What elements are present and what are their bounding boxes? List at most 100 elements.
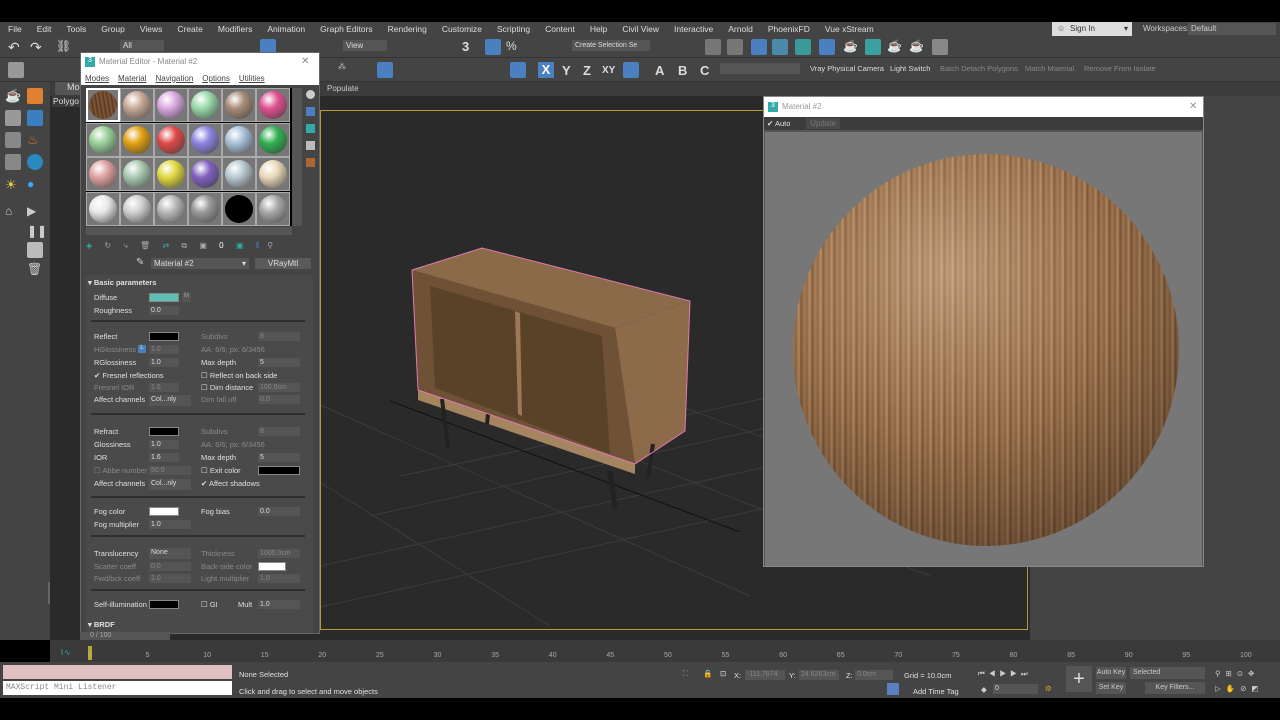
viewport-nav-controls[interactable]: ⚲⊞⊙✥ bbox=[1215, 669, 1259, 678]
material-slot[interactable] bbox=[222, 88, 256, 122]
material-slot[interactable] bbox=[188, 122, 222, 157]
auto-key-button[interactable]: Auto Key bbox=[1096, 667, 1126, 679]
dots-icon[interactable]: ● bbox=[27, 177, 43, 193]
background-icon[interactable] bbox=[306, 124, 315, 133]
get-material-icon[interactable]: ◈ bbox=[86, 241, 92, 250]
menu-interactive[interactable]: Interactive bbox=[674, 24, 713, 34]
glossiness-spinner[interactable]: 1.0 bbox=[149, 440, 179, 449]
menu-modifiers[interactable]: Modifiers bbox=[218, 24, 252, 34]
show-map-icon[interactable]: ▣ bbox=[236, 241, 244, 250]
unique-icon[interactable]: ⧉ bbox=[181, 241, 187, 250]
menu-options[interactable]: Options bbox=[202, 74, 230, 83]
scene-explorer-icon[interactable] bbox=[705, 39, 721, 55]
ocean-icon[interactable] bbox=[27, 154, 43, 170]
reflect-backside-checkbox[interactable]: ☐ Reflect on back side bbox=[201, 371, 277, 380]
menu-phoenixfd[interactable]: PhoenixFD bbox=[768, 24, 810, 34]
selection-filter[interactable]: All bbox=[120, 40, 164, 51]
update-button[interactable]: Update bbox=[806, 118, 840, 129]
translucency-select[interactable]: None bbox=[149, 548, 191, 559]
reset-icon[interactable]: 🗑 bbox=[140, 241, 150, 250]
material-slot[interactable] bbox=[188, 88, 222, 122]
fog-mult-spinner[interactable]: 1.0 bbox=[149, 520, 191, 529]
snap-grid-icon[interactable]: ⁂ bbox=[338, 62, 354, 78]
menu-graph-editors[interactable]: Graph Editors bbox=[320, 24, 372, 34]
teapot-icon[interactable]: ☕ bbox=[5, 88, 21, 104]
ribbon-toggle-icon[interactable] bbox=[751, 39, 767, 55]
material-slot[interactable] bbox=[222, 122, 256, 157]
ior-spinner[interactable]: 1.6 bbox=[149, 453, 179, 462]
named-selection-select[interactable]: Create Selection Se bbox=[572, 40, 650, 51]
backlight-icon[interactable] bbox=[306, 107, 315, 116]
axis-x-button[interactable]: X bbox=[538, 62, 554, 78]
menu-create[interactable]: Create bbox=[177, 24, 203, 34]
snap-3d-icon[interactable]: 3 bbox=[462, 39, 478, 55]
script-dropdown[interactable] bbox=[720, 63, 800, 74]
z-coord-field[interactable]: 0.0cm bbox=[855, 670, 893, 680]
material-slot[interactable] bbox=[154, 88, 188, 122]
ribbon-tab-populate[interactable]: Populate bbox=[327, 84, 359, 93]
undo-icon[interactable]: ↶ bbox=[8, 39, 24, 55]
scatter-spinner[interactable]: 0.0 bbox=[149, 562, 191, 571]
affect-shadows-checkbox[interactable]: ✔ Affect shadows bbox=[201, 479, 260, 488]
y-coord-field[interactable]: 24.6263cm bbox=[799, 670, 839, 680]
fresnel-checkbox[interactable]: ✔ Fresnel reflections bbox=[94, 371, 164, 380]
reflect-maxdepth-spinner[interactable]: 5 bbox=[258, 358, 300, 367]
menu-scripting[interactable]: Scripting bbox=[497, 24, 530, 34]
adaptive-degradation-icon[interactable] bbox=[887, 683, 899, 695]
material-slot[interactable] bbox=[256, 122, 290, 157]
match-material-button[interactable]: Match Material bbox=[1025, 64, 1074, 73]
time-slider[interactable]: 0 / 100 ⌇∿ 0 5 10 15 20 25 30 35 40 45 50 55 60 65 70 7… bbox=[50, 632, 1280, 662]
light-mult-spinner[interactable]: 1.0 bbox=[258, 574, 300, 583]
gi-checkbox[interactable]: ☐ GI bbox=[201, 600, 218, 609]
b-button[interactable]: B bbox=[678, 63, 687, 78]
maxscript-output[interactable] bbox=[3, 665, 232, 679]
remove-isolate-button[interactable]: Remove From Isolate bbox=[1084, 64, 1156, 73]
slots-scrollbar[interactable] bbox=[292, 88, 302, 226]
fwd-bck-spinner[interactable]: 1.0 bbox=[149, 574, 191, 583]
material-slot[interactable] bbox=[256, 88, 290, 122]
sample-type-icon[interactable] bbox=[306, 90, 315, 99]
panel-icon[interactable] bbox=[5, 132, 21, 148]
material-slot[interactable] bbox=[222, 157, 256, 191]
render-icon[interactable] bbox=[5, 110, 21, 126]
ribbon-polygon-tab[interactable]: Polygo bbox=[52, 95, 80, 107]
angle-snap-icon[interactable] bbox=[485, 39, 501, 55]
brdf-header[interactable]: ▾ BRDF bbox=[88, 620, 115, 629]
exit-color-swatch[interactable] bbox=[258, 466, 300, 475]
frame-counter[interactable]: 0 / 100 bbox=[80, 632, 170, 640]
menu-modes[interactable]: Modes bbox=[85, 74, 109, 83]
hgloss-lock-button[interactable]: L bbox=[138, 345, 146, 353]
menu-tools[interactable]: Tools bbox=[66, 24, 86, 34]
layers-icon[interactable] bbox=[8, 62, 24, 78]
basic-params-header[interactable]: ▾ Basic parameters bbox=[88, 278, 156, 287]
auto-checkbox[interactable]: ✔ Auto bbox=[767, 119, 790, 128]
light-switch-button[interactable]: Light Switch bbox=[890, 64, 930, 73]
self-illum-swatch[interactable] bbox=[149, 600, 179, 609]
playback-controls[interactable]: ⏮◀▶▶⏭ bbox=[978, 669, 1032, 679]
hglossiness-spinner[interactable]: 1.0 bbox=[149, 345, 179, 354]
schematic-view-icon[interactable] bbox=[795, 39, 811, 55]
diffuse-color-swatch[interactable] bbox=[149, 293, 179, 302]
key-filters-button[interactable]: Key Filters... bbox=[1145, 682, 1205, 694]
reflect-affect-select[interactable]: Col...nly bbox=[149, 395, 191, 406]
refract-color-swatch[interactable] bbox=[149, 427, 179, 436]
menu-edit[interactable]: Edit bbox=[37, 24, 52, 34]
water-icon[interactable] bbox=[27, 110, 43, 126]
particle-icon[interactable] bbox=[27, 88, 43, 104]
close-icon[interactable]: ✕ bbox=[301, 56, 309, 67]
render-iterative-icon[interactable]: ☕ bbox=[909, 39, 925, 55]
material-slot[interactable] bbox=[86, 122, 120, 157]
curve-editor-icon[interactable] bbox=[772, 39, 788, 55]
backside-color-swatch[interactable] bbox=[258, 562, 286, 571]
menu-content[interactable]: Content bbox=[545, 24, 575, 34]
self-illum-mult-spinner[interactable]: 1.0 bbox=[258, 600, 300, 609]
x-coord-field[interactable]: -111.7874 bbox=[745, 670, 785, 680]
c-button[interactable]: C bbox=[700, 63, 709, 78]
uv-tiling-icon[interactable] bbox=[306, 141, 315, 150]
material-slot[interactable] bbox=[120, 122, 154, 157]
set-key-button[interactable]: Set Key bbox=[1096, 682, 1126, 694]
curve-editor-toggle-icon[interactable]: ⌇∿ bbox=[60, 648, 71, 657]
render-setup-icon[interactable]: ☕ bbox=[843, 39, 859, 55]
viewport-nav-controls-2[interactable]: ▷✋⊘◩ bbox=[1215, 684, 1263, 693]
snap-point-icon[interactable] bbox=[377, 62, 393, 78]
